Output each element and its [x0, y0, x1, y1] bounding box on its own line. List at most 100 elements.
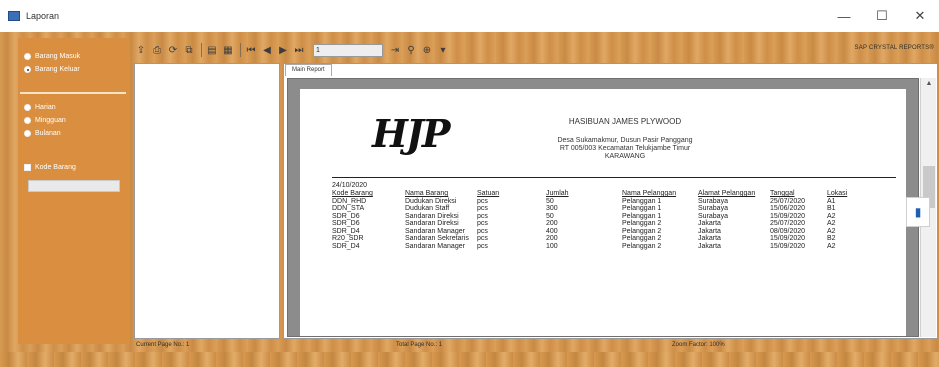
cell-satuan: pcs — [477, 242, 488, 250]
company-logo: HJP — [372, 111, 450, 156]
cell-lokasi: A2 — [827, 220, 836, 227]
col-kode-barang: Kode Barang — [332, 190, 373, 197]
total-page-status: Total Page No.: 1 — [396, 342, 443, 348]
cell-pelanggan: Pelanggan 2 — [622, 242, 662, 250]
col-alamat-pelanggan: Alamat Pelanggan — [698, 190, 756, 197]
cell-alamat: Surabaya — [698, 205, 728, 212]
cell-kode: DDN_STA — [332, 205, 365, 212]
cell-alamat: Surabaya — [698, 197, 728, 205]
goto-page-icon[interactable]: ⇥ — [388, 43, 402, 57]
filter-panel: Barang Masuk Barang Keluar Harian Minggu… — [18, 38, 130, 344]
cell-nama: Sandaran Direksi — [405, 212, 459, 220]
cell-jumlah: 200 — [546, 220, 558, 227]
copy-icon[interactable]: ⧉ — [182, 43, 196, 57]
cell-nama: Sandaran Sekretaris — [405, 235, 469, 242]
tab-main-report[interactable]: Main Report — [285, 64, 332, 76]
zoom-status: Zoom Factor: 100% — [672, 342, 725, 348]
cell-alamat: Jakarta — [698, 235, 721, 242]
kode-barang-group: Kode Barang — [24, 161, 124, 174]
cell-tanggal: 15/09/2020 — [770, 212, 806, 220]
group-tree-panel[interactable] — [134, 63, 280, 339]
cell-kode: SDR_D6 — [332, 220, 360, 227]
window-controls: — ☐ ✕ — [825, 0, 939, 32]
cell-satuan: pcs — [477, 197, 488, 205]
app-icon — [8, 11, 20, 21]
cell-lokasi: A2 — [827, 242, 836, 250]
checkbox-label: Kode Barang — [35, 164, 76, 171]
title-bar: Laporan — ☐ ✕ — [0, 0, 939, 32]
report-date: 24/10/2020 — [332, 182, 368, 189]
cell-jumlah: 50 — [546, 212, 554, 220]
radio-mingguan[interactable]: Mingguan — [24, 114, 124, 127]
header-rule — [332, 177, 896, 178]
close-button[interactable]: ✕ — [901, 0, 939, 32]
cell-jumlah: 200 — [546, 235, 558, 242]
toolbar-separator — [240, 43, 241, 57]
cell-tanggal: 15/06/2020 — [770, 205, 806, 212]
radio-label: Bulanan — [35, 130, 61, 137]
cell-pelanggan: Pelanggan 1 — [622, 212, 662, 220]
kode-barang-input[interactable] — [28, 180, 120, 192]
report-page: HJP HASIBUAN JAMES PLYWOOD Desa Sukamakm… — [300, 89, 906, 336]
col-nama-pelanggan: Nama Pelanggan — [622, 190, 677, 197]
cell-nama: Dudukan Staff — [405, 205, 450, 212]
checkbox-kode-barang[interactable]: Kode Barang — [24, 161, 124, 174]
cell-kode: R20_SDR — [332, 235, 364, 242]
export-icon[interactable]: ⇪ — [134, 43, 148, 57]
radio-barang-masuk[interactable]: Barang Masuk — [24, 50, 124, 63]
report-canvas[interactable]: HJP HASIBUAN JAMES PLYWOOD Desa Sukamakm… — [287, 78, 919, 337]
binoculars-icon[interactable]: ⚲ — [404, 43, 418, 57]
first-page-icon[interactable]: ⏮ — [244, 43, 258, 57]
cell-pelanggan: Pelanggan 2 — [622, 235, 662, 242]
print-icon[interactable]: ⎙ — [150, 43, 164, 57]
radio-circle[interactable] — [24, 130, 31, 137]
cell-jumlah: 400 — [546, 227, 558, 235]
cell-nama: Sandaran Manager — [405, 227, 465, 235]
cell-nama: Sandaran Manager — [405, 242, 465, 250]
cell-jumlah: 100 — [546, 242, 558, 250]
radio-label: Barang Masuk — [35, 53, 81, 60]
next-page-icon[interactable]: ▶ — [276, 43, 290, 57]
cell-satuan: pcs — [477, 220, 488, 227]
cell-alamat: Jakarta — [698, 220, 721, 227]
radio-circle[interactable] — [24, 117, 31, 124]
page-number-input[interactable]: 1 — [313, 43, 383, 57]
scroll-up-icon[interactable]: ▲ — [921, 78, 937, 90]
divider — [20, 92, 126, 94]
cell-jumlah: 300 — [546, 205, 558, 212]
maximize-button[interactable]: ☐ — [863, 0, 901, 32]
toggle-parameter-panel-icon[interactable]: ▦ — [221, 43, 235, 57]
cell-satuan: pcs — [477, 227, 488, 235]
cell-satuan: pcs — [477, 235, 488, 242]
cell-lokasi: A1 — [827, 197, 836, 205]
zoom-dropdown-icon[interactable]: ▾ — [436, 43, 450, 57]
status-bar: Current Page No.: 1 Total Page No.: 1 Zo… — [134, 341, 938, 351]
checkbox-box[interactable] — [24, 164, 31, 171]
radio-circle-selected[interactable] — [24, 66, 31, 73]
cell-jumlah: 50 — [546, 197, 554, 205]
cell-kode: SDR_D4 — [332, 227, 360, 235]
toggle-group-tree-icon[interactable]: ▤ — [205, 43, 219, 57]
last-page-icon[interactable]: ⏭ — [292, 43, 306, 57]
previous-page-icon[interactable]: ◀ — [260, 43, 274, 57]
refresh-icon[interactable]: ⟳ — [166, 43, 180, 57]
report-toolbar: ⇪ ⎙ ⟳ ⧉ ▤ ▦ ⏮ ◀ ▶ ⏭ 1 ⇥ ⚲ ⊕ ▾ SAP CRYSTA… — [134, 38, 938, 62]
cell-kode: DDN_RHD — [332, 197, 367, 205]
company-address: Desa Sukamakmur, Dusun Pasir Panggang RT… — [510, 137, 740, 161]
wood-bottom-strip — [0, 352, 939, 367]
cell-nama: Dudukan Direksi — [405, 197, 457, 205]
cell-lokasi: A2 — [827, 227, 836, 235]
address-line: Desa Sukamakmur, Dusun Pasir Panggang — [557, 137, 693, 144]
current-page-status: Current Page No.: 1 — [136, 342, 190, 348]
cell-tanggal: 08/09/2020 — [770, 227, 806, 235]
cell-pelanggan: Pelanggan 2 — [622, 227, 662, 235]
radio-harian[interactable]: Harian — [24, 101, 124, 114]
minimize-button[interactable]: — — [825, 0, 863, 32]
radio-circle[interactable] — [24, 104, 31, 111]
radio-circle[interactable] — [24, 53, 31, 60]
zoom-icon[interactable]: ⊕ — [420, 43, 434, 57]
radio-barang-keluar[interactable]: Barang Keluar — [24, 63, 124, 76]
bookmark-icon[interactable]: ▮ — [906, 197, 930, 227]
radio-bulanan[interactable]: Bulanan — [24, 127, 124, 140]
cell-lokasi: B1 — [827, 205, 836, 212]
